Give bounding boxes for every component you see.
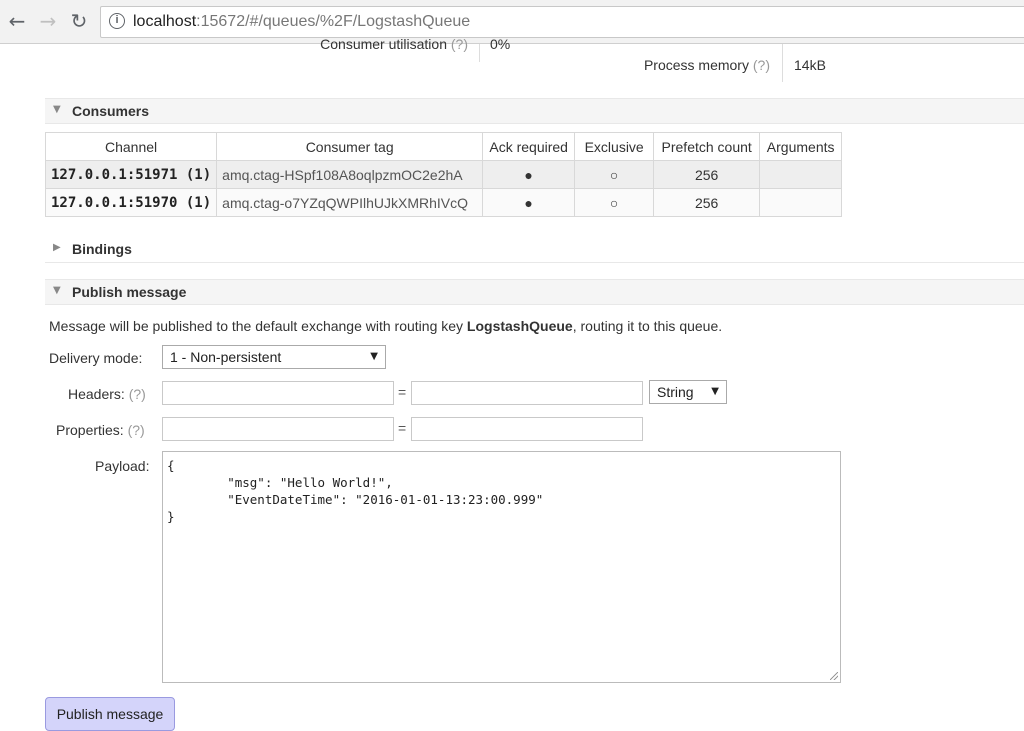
section-title: Consumers: [72, 103, 150, 119]
column-header: Prefetch count: [653, 132, 761, 161]
consumers-table: Channel Consumer tag Ack required Exclus…: [44, 132, 843, 217]
back-arrow-icon[interactable]: ←: [5, 9, 29, 33]
column-header: Consumer tag: [216, 132, 484, 161]
header-type-select[interactable]: String ▼: [649, 380, 727, 404]
url-host: localhost: [133, 13, 197, 30]
process-memory-value: 14kB: [794, 57, 826, 73]
equals-sign: =: [398, 384, 407, 400]
channel-link[interactable]: 127.0.0.1:51970 (1): [44, 188, 218, 217]
routing-key: LogstashQueue: [466, 318, 573, 334]
triangle-down-icon: ▼: [53, 104, 61, 115]
table-row: 127.0.0.1:51970 (1) amq.ctag-o7YZqQWPIlh…: [44, 188, 843, 217]
bindings-section-header[interactable]: ▶ Bindings: [45, 237, 1024, 263]
url-text[interactable]: localhost:15672/#/queues/%2F/LogstashQue…: [133, 13, 470, 31]
help-link[interactable]: (?): [753, 57, 770, 73]
divider: [782, 44, 783, 82]
reload-icon[interactable]: ↻: [67, 9, 91, 33]
prefetch-count: 256: [653, 188, 761, 217]
property-value-input[interactable]: [411, 417, 643, 441]
ack-required-dot: ●: [482, 160, 576, 189]
exclusive-dot: ○: [574, 188, 655, 217]
section-title: Bindings: [72, 241, 132, 257]
consumer-utilisation-label: Consumer utilisation (?): [320, 36, 468, 52]
headers-label: Headers: (?): [68, 386, 146, 402]
header-value-input[interactable]: [411, 381, 643, 405]
resize-handle[interactable]: [830, 672, 838, 680]
header-type-value: String: [657, 384, 694, 400]
delivery-mode-label: Delivery mode:: [49, 350, 143, 366]
consumer-tag: amq.ctag-HSpf108A8oqlpzmOC2e2hA: [216, 160, 484, 189]
column-header: Ack required: [482, 132, 576, 161]
browser-toolbar: ← → ↻ i localhost:15672/#/queues/%2F/Log…: [0, 0, 1024, 44]
payload-label: Payload:: [95, 458, 150, 474]
publish-message-button[interactable]: Publish message: [45, 697, 175, 731]
consumer-utilisation-value: 0%: [490, 36, 511, 52]
help-link[interactable]: (?): [451, 36, 468, 52]
column-header: Exclusive: [574, 132, 655, 161]
arguments: [759, 188, 843, 217]
address-bar[interactable]: i localhost:15672/#/queues/%2F/LogstashQ…: [100, 6, 1024, 38]
table-header-row: Channel Consumer tag Ack required Exclus…: [44, 132, 843, 161]
dropdown-arrow-icon: ▼: [370, 351, 378, 362]
publish-info-text: Message will be published to the default…: [49, 318, 723, 334]
column-header: Arguments: [759, 132, 843, 161]
consumers-section-header[interactable]: ▼ Consumers: [45, 98, 1024, 124]
divider: [479, 44, 480, 62]
dropdown-arrow-icon: ▼: [711, 386, 719, 397]
exclusive-dot: ○: [574, 160, 655, 189]
help-link[interactable]: (?): [128, 422, 145, 438]
payload-text: { "msg": "Hello World!", "EventDateTime"…: [167, 458, 544, 524]
consumer-tag: amq.ctag-o7YZqQWPIlhUJkXMRhIVcQ: [216, 188, 484, 217]
arguments: [759, 160, 843, 189]
help-link[interactable]: (?): [129, 386, 146, 402]
property-key-input[interactable]: [162, 417, 394, 441]
delivery-mode-value: 1 - Non-persistent: [170, 349, 282, 365]
ack-required-dot: ●: [482, 188, 576, 217]
prefetch-count: 256: [653, 160, 761, 189]
header-key-input[interactable]: [162, 381, 394, 405]
forward-arrow-icon[interactable]: →: [36, 9, 60, 33]
process-memory-label: Process memory (?): [643, 57, 770, 73]
info-icon[interactable]: i: [109, 13, 125, 29]
url-path: :15672/#/queues/%2F/LogstashQueue: [196, 13, 471, 30]
channel-link[interactable]: 127.0.0.1:51971 (1): [44, 160, 218, 189]
table-row: 127.0.0.1:51971 (1) amq.ctag-HSpf108A8oq…: [44, 160, 843, 189]
properties-label: Properties: (?): [56, 422, 145, 438]
column-header: Channel: [44, 132, 218, 161]
payload-textarea[interactable]: { "msg": "Hello World!", "EventDateTime"…: [162, 451, 841, 683]
section-title: Publish message: [72, 284, 187, 300]
triangle-down-icon: ▼: [53, 285, 61, 296]
equals-sign: =: [398, 420, 407, 436]
delivery-mode-select[interactable]: 1 - Non-persistent ▼: [162, 345, 386, 369]
publish-section-header[interactable]: ▼ Publish message: [45, 279, 1024, 305]
triangle-right-icon: ▶: [53, 242, 61, 253]
